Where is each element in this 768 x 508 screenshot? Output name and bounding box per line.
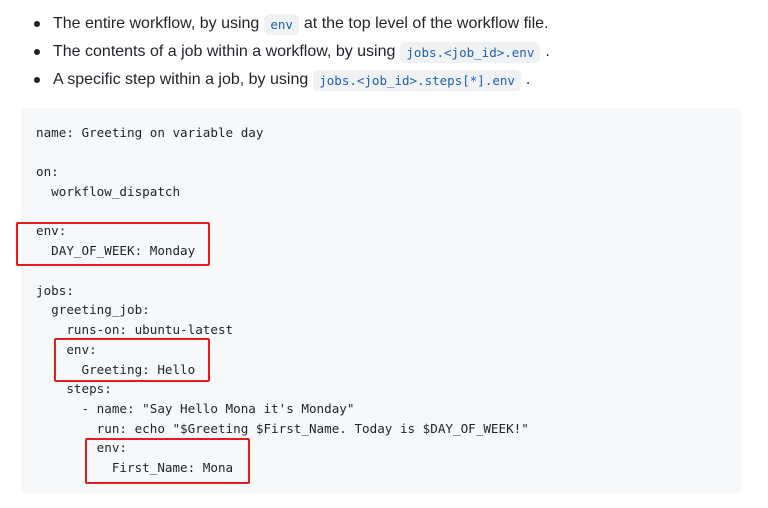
bullet-dot-icon (34, 49, 40, 55)
bullet-item-workflow-env: The entire workflow, by using env at the… (34, 11, 548, 37)
bullet-text: The entire workflow, by using (53, 15, 260, 32)
code-line: First_Name: Mona (36, 460, 234, 475)
bullet-dot-icon (34, 21, 40, 27)
bullet-text: at the top level of the workflow file. (303, 15, 549, 32)
bullet-text: A specific step within a job, by using (53, 71, 309, 88)
bullet-text: . (525, 71, 531, 88)
code-line: greeting_job: (36, 302, 150, 317)
code-line: runs-on: ubuntu-latest (36, 322, 234, 337)
code-line: on: (36, 164, 59, 179)
bullet-item-step-env: A specific step within a job, by using j… (34, 67, 530, 93)
code-line: env: (36, 440, 127, 455)
code-line: DAY_OF_WEEK: Monday (36, 243, 196, 258)
bullet-text: The contents of a job within a workflow,… (53, 43, 396, 60)
code-line: env: (36, 223, 67, 238)
code-line: jobs: (36, 283, 74, 298)
bullet-item-job-env: The contents of a job within a workflow,… (34, 39, 550, 65)
inline-code: jobs.<job_id>.steps[*].env (313, 69, 521, 91)
code-line: - name: "Say Hello Mona it's Monday" (36, 401, 355, 416)
bullet-dot-icon (34, 77, 40, 83)
code-line: steps: (36, 381, 112, 396)
inline-code: env (264, 13, 299, 35)
bullet-text: . (545, 43, 550, 60)
code-line: name: Greeting on variable day (36, 125, 264, 140)
code-line: run: echo "$Greeting $First_Name. Today … (36, 421, 529, 436)
code-line: env: (36, 342, 97, 357)
code-line: workflow_dispatch (36, 184, 181, 199)
code-line: Greeting: Hello (36, 362, 196, 377)
inline-code: jobs.<job_id>.env (400, 41, 541, 63)
